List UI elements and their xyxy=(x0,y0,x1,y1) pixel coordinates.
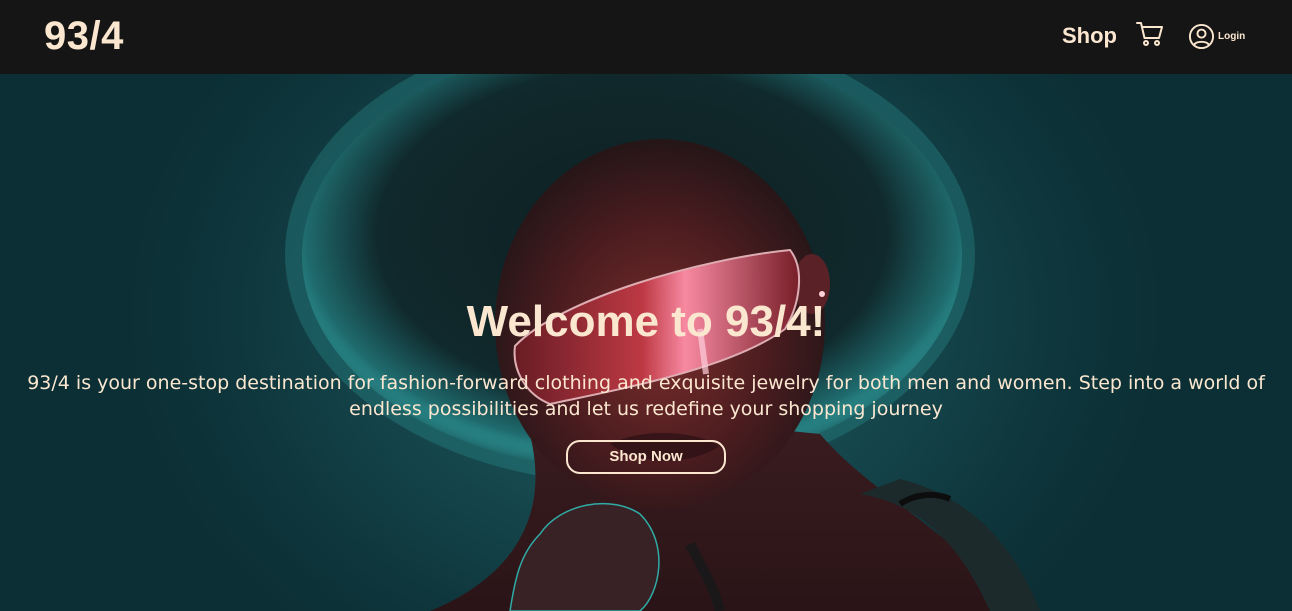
login-button[interactable]: Login xyxy=(1188,22,1245,50)
brand-logo[interactable]: 93/4 xyxy=(44,12,124,60)
shop-now-button[interactable]: Shop Now xyxy=(566,440,726,474)
nav-shop-link[interactable]: Shop xyxy=(1062,22,1117,50)
user-circle-icon xyxy=(1188,23,1215,49)
hero-content: Welcome to 93/4! 93/4 is your one-stop d… xyxy=(0,74,1292,611)
hero-section: Welcome to 93/4! 93/4 is your one-stop d… xyxy=(0,74,1292,611)
login-label: Login xyxy=(1218,30,1246,42)
shopping-cart-icon[interactable] xyxy=(1134,18,1166,50)
top-navbar: 93/4 Shop Login xyxy=(0,0,1292,74)
hero-title: Welcome to 93/4! xyxy=(466,297,826,346)
hero-description: 93/4 is your one-stop destination for fa… xyxy=(27,372,1265,420)
